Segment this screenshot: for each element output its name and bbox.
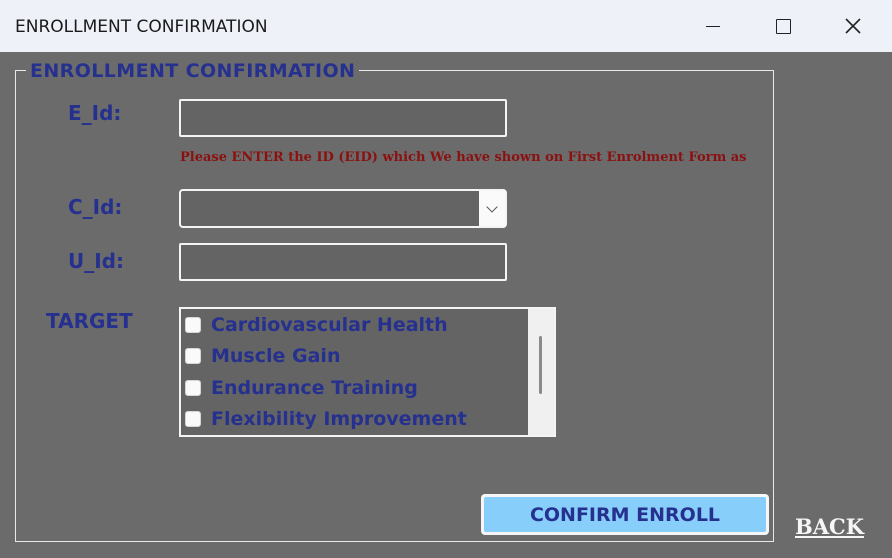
title-bar[interactable]: ENROLLMENT CONFIRMATION (0, 0, 892, 52)
eid-label: E_Id: (68, 101, 122, 125)
chevron-down-icon (486, 200, 498, 213)
target-checklist[interactable]: Cardiovascular Health Muscle Gain Endura… (179, 307, 556, 437)
target-scrollbar[interactable] (528, 309, 554, 435)
eid-hint: Please ENTER the ID (EID) which We have … (180, 150, 747, 165)
target-item-cardiovascular[interactable]: Cardiovascular Health (185, 311, 448, 339)
checkbox[interactable] (185, 317, 201, 333)
confirm-enroll-button[interactable]: CONFIRM ENROLL (481, 494, 769, 535)
minimize-icon (706, 25, 720, 27)
checkbox[interactable] (185, 411, 201, 427)
checkbox[interactable] (185, 348, 201, 364)
target-label: TARGET (46, 309, 133, 333)
enrollment-window: ENROLLMENT CONFIRMATION ENROLLMENT CONFI… (0, 0, 892, 558)
groupbox-title: ENROLLMENT CONFIRMATION (26, 60, 360, 82)
cid-dropdown[interactable] (179, 189, 507, 228)
close-icon (845, 18, 861, 34)
maximize-icon (775, 18, 791, 34)
checkbox[interactable] (185, 380, 201, 396)
close-button[interactable] (818, 0, 888, 52)
scrollbar-thumb[interactable] (539, 336, 542, 394)
window-title: ENROLLMENT CONFIRMATION (15, 17, 268, 37)
back-link[interactable]: BACK (795, 514, 864, 539)
uid-input[interactable] (179, 243, 507, 281)
target-item-muscle-gain[interactable]: Muscle Gain (185, 342, 340, 370)
minimize-button[interactable] (678, 0, 748, 52)
target-item-endurance[interactable]: Endurance Training (185, 374, 418, 402)
confirm-enroll-label: CONFIRM ENROLL (484, 497, 766, 532)
target-item-label: Cardiovascular Health (211, 314, 448, 336)
cid-label: C_Id: (68, 195, 123, 219)
target-item-flexibility[interactable]: Flexibility Improvement (185, 405, 467, 433)
target-item-label: Endurance Training (211, 377, 418, 399)
eid-input[interactable] (179, 99, 507, 137)
target-item-label: Flexibility Improvement (211, 408, 467, 430)
target-item-label: Muscle Gain (211, 345, 341, 367)
maximize-button[interactable] (748, 0, 818, 52)
cid-dropdown-button[interactable] (479, 191, 505, 226)
enrollment-groupbox (15, 70, 774, 542)
uid-label: U_Id: (68, 249, 124, 273)
